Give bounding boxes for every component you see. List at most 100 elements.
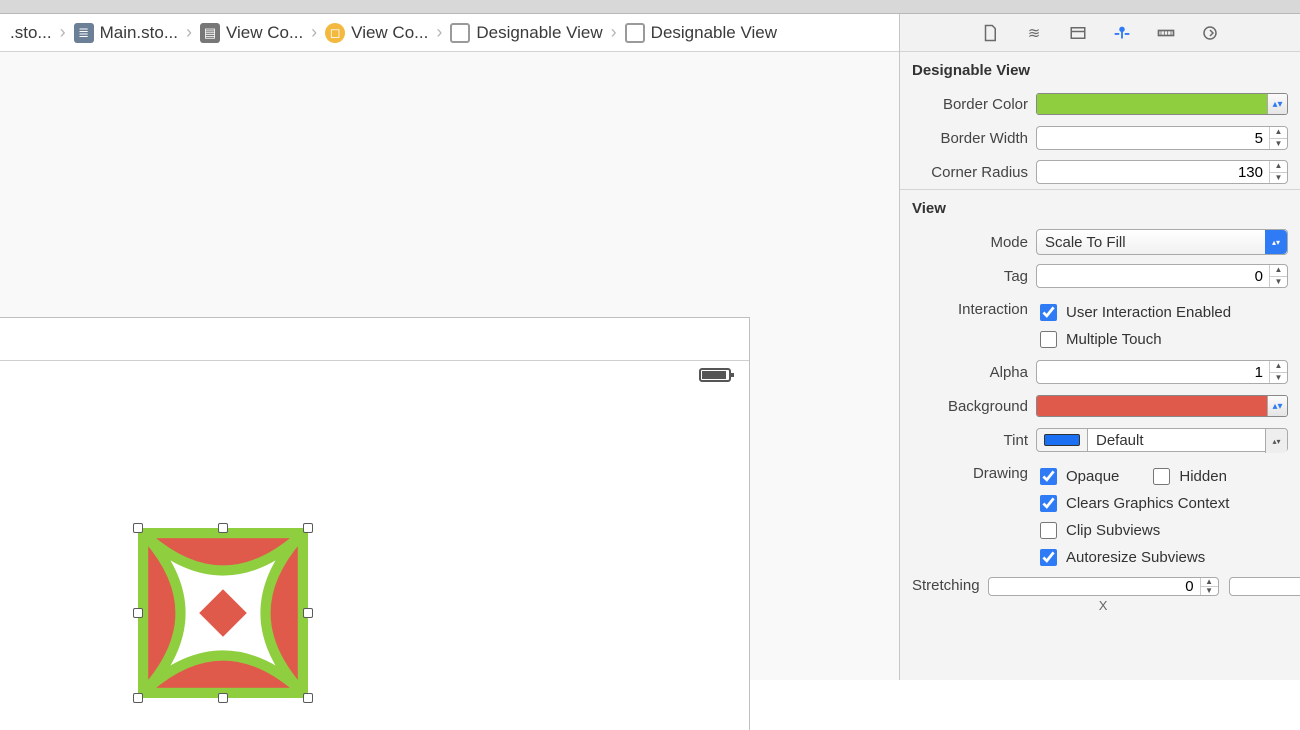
- device-frame: [0, 317, 750, 730]
- chevron-right-icon: ›: [309, 22, 319, 43]
- breadcrumb: .sto... › ≣ Main.sto... › ▤ View Co... ›…: [0, 14, 899, 52]
- resize-handle[interactable]: [303, 523, 313, 533]
- border-width-label: Border Width: [912, 130, 1028, 147]
- crumb-item[interactable]: ◻ View Co...: [319, 14, 434, 51]
- inspector-panel: ≋ Designable View Border Color ▴▾ Border…: [900, 14, 1300, 680]
- drawing-label: Drawing: [912, 465, 1028, 482]
- crumb-item[interactable]: Designable View: [619, 14, 783, 51]
- check-label: Opaque: [1066, 468, 1119, 485]
- tint-swatch: [1036, 428, 1088, 452]
- statusbar: [699, 368, 731, 382]
- section-header: Designable View: [900, 52, 1300, 87]
- section-header: View: [900, 189, 1300, 225]
- stepper[interactable]: ▲▼: [1269, 127, 1287, 149]
- crumb-label: .sto...: [10, 23, 52, 43]
- chevron-right-icon: ›: [184, 22, 194, 43]
- storyboard-icon: ≣: [74, 23, 94, 43]
- select-arrow-icon: ▴▾: [1265, 429, 1287, 453]
- check-label: Multiple Touch: [1066, 331, 1162, 348]
- tint-value: Default: [1096, 432, 1144, 449]
- opaque-check[interactable]: Opaque: [1036, 465, 1119, 488]
- window-titlebar: [0, 0, 1300, 14]
- stepper-icon[interactable]: ▴▾: [1267, 94, 1287, 114]
- resize-handle[interactable]: [303, 608, 313, 618]
- stretch-x-field[interactable]: [989, 578, 1200, 595]
- stretch-y-input[interactable]: ▲▼: [1229, 577, 1300, 596]
- tag-field[interactable]: [1037, 265, 1269, 287]
- crumb-item[interactable]: Designable View: [444, 14, 608, 51]
- stepper-icon[interactable]: ▴▾: [1267, 396, 1287, 416]
- attributes-inspector-icon[interactable]: [1111, 22, 1133, 44]
- interaction-label: Interaction: [912, 301, 1028, 318]
- stepper[interactable]: ▲▼: [1269, 161, 1287, 183]
- size-inspector-icon[interactable]: [1155, 22, 1177, 44]
- tag-label: Tag: [912, 268, 1028, 285]
- battery-icon: [699, 368, 731, 382]
- check-label: Autoresize Subviews: [1066, 549, 1205, 566]
- select-arrow-icon: ▴▾: [1265, 230, 1287, 254]
- stretch-y-field[interactable]: [1230, 578, 1300, 595]
- corner-radius-input[interactable]: ▲▼: [1036, 160, 1288, 184]
- quickhelp-inspector-icon[interactable]: ≋: [1023, 22, 1045, 44]
- clip-subviews-check[interactable]: Clip Subviews: [1036, 519, 1288, 542]
- background-label: Background: [912, 398, 1028, 415]
- view-icon: [625, 23, 645, 43]
- identity-inspector-icon[interactable]: [1067, 22, 1089, 44]
- resize-handle[interactable]: [133, 693, 143, 703]
- stretching-label: Stretching: [912, 577, 980, 594]
- check-label: Clears Graphics Context: [1066, 495, 1229, 512]
- stepper[interactable]: ▲▼: [1200, 578, 1218, 595]
- file-inspector-icon[interactable]: [979, 22, 1001, 44]
- border-color-label: Border Color: [912, 96, 1028, 113]
- stepper[interactable]: ▲▼: [1269, 361, 1287, 383]
- corner-radius-label: Corner Radius: [912, 164, 1028, 181]
- hidden-check[interactable]: Hidden: [1149, 465, 1227, 488]
- stepper[interactable]: ▲▼: [1269, 265, 1287, 287]
- alpha-field[interactable]: [1037, 361, 1269, 383]
- multiple-touch-check[interactable]: Multiple Touch: [1036, 328, 1288, 351]
- border-color-well[interactable]: ▴▾: [1036, 93, 1288, 115]
- background-color-well[interactable]: ▴▾: [1036, 395, 1288, 417]
- resize-handle[interactable]: [133, 523, 143, 533]
- crumb-label: Designable View: [651, 23, 777, 43]
- crumb-label: View Co...: [226, 23, 303, 43]
- crumb-item[interactable]: ▤ View Co...: [194, 14, 309, 51]
- border-width-field[interactable]: [1037, 127, 1269, 149]
- tint-select[interactable]: Default ▴▾: [1036, 428, 1288, 452]
- clears-graphics-check[interactable]: Clears Graphics Context: [1036, 492, 1288, 515]
- crumb-label: Designable View: [476, 23, 602, 43]
- autoresize-check[interactable]: Autoresize Subviews: [1036, 546, 1288, 569]
- border-width-input[interactable]: ▲▼: [1036, 126, 1288, 150]
- selected-view[interactable]: [138, 528, 308, 698]
- mode-select[interactable]: Scale To Fill ▴▾: [1036, 229, 1288, 255]
- resize-handle[interactable]: [218, 693, 228, 703]
- crumb-item[interactable]: ≣ Main.sto...: [68, 14, 184, 51]
- resize-handle[interactable]: [133, 608, 143, 618]
- corner-radius-field[interactable]: [1037, 161, 1269, 183]
- tag-input[interactable]: ▲▼: [1036, 264, 1288, 288]
- stretch-x-sublabel: X: [1099, 598, 1108, 613]
- tint-label: Tint: [912, 432, 1028, 449]
- crumb-item[interactable]: .sto...: [4, 14, 58, 51]
- stretch-x-input[interactable]: ▲▼: [988, 577, 1219, 596]
- crumb-label: Main.sto...: [100, 23, 178, 43]
- resize-handle[interactable]: [218, 523, 228, 533]
- canvas[interactable]: ◻ ➔: [0, 52, 899, 680]
- crumb-label: View Co...: [351, 23, 428, 43]
- alpha-input[interactable]: ▲▼: [1036, 360, 1288, 384]
- alpha-label: Alpha: [912, 364, 1028, 381]
- view-icon: [450, 23, 470, 43]
- chevron-right-icon: ›: [58, 22, 68, 43]
- mode-label: Mode: [912, 234, 1028, 251]
- check-label: Clip Subviews: [1066, 522, 1160, 539]
- chevron-right-icon: ›: [434, 22, 444, 43]
- connections-inspector-icon[interactable]: [1199, 22, 1221, 44]
- mode-value: Scale To Fill: [1045, 234, 1279, 251]
- scene-icon: ▤: [200, 23, 220, 43]
- check-label: Hidden: [1179, 468, 1227, 485]
- user-interaction-check[interactable]: User Interaction Enabled: [1036, 301, 1288, 324]
- viewcontroller-icon: ◻: [325, 23, 345, 43]
- chevron-right-icon: ›: [609, 22, 619, 43]
- resize-handle[interactable]: [303, 693, 313, 703]
- check-label: User Interaction Enabled: [1066, 304, 1231, 321]
